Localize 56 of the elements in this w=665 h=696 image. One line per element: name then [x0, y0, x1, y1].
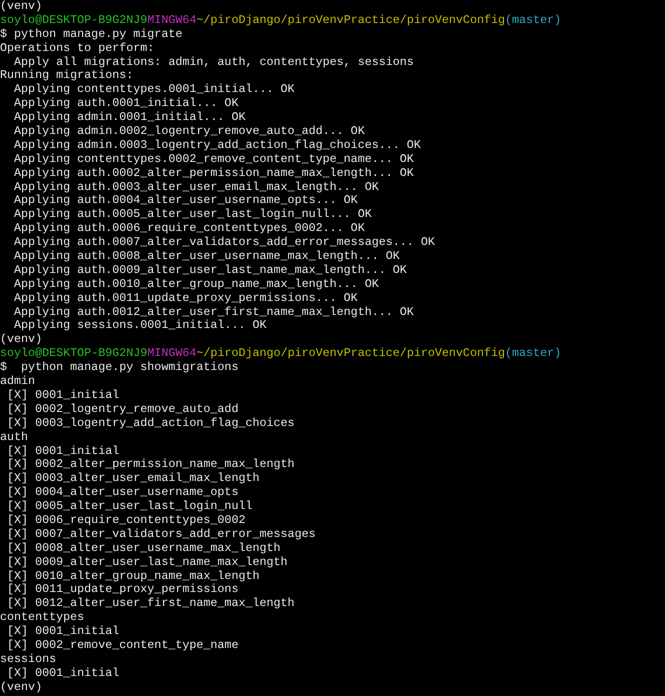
terminal-line: $ python manage.py showmigrations — [0, 360, 238, 374]
terminal-line: Applying auth.0008_alter_user_username_max_length... OK — [13, 249, 400, 264]
terminal-line: Applying auth.0003_alter_user_email_max_length... OK — [13, 180, 379, 194]
terminal-line: [X] 0002_alter_permission_name_max_length — [6, 457, 295, 472]
terminal-line: Applying auth.0006_require_contenttypes_0002... OK — [13, 221, 365, 236]
terminal-line: [X] 0004_alter_user_username_opts — [6, 485, 238, 500]
terminal-line: contenttypes — [0, 610, 84, 624]
terminal-line: Operations to perform: — [0, 40, 154, 55]
git-branch: (master) — [505, 12, 562, 27]
terminal-line: [X] 0008_alter_user_username_max_length — [6, 540, 281, 555]
terminal-line: [X] 0001_initial — [6, 624, 120, 638]
terminal-line: [X] 0006_require_contenttypes_0002 — [6, 512, 246, 527]
terminal-line: [X] 0010_alter_group_name_max_length — [6, 568, 260, 583]
terminal-line: [X] 0003_alter_user_email_max_length — [6, 471, 260, 486]
terminal-line: (venv) — [0, 680, 42, 694]
terminal-line: Applying admin.0002_logentry_remove_auto_add... OK — [13, 124, 365, 138]
terminal-line: [X] 0002_remove_content_type_name — [6, 638, 238, 652]
terminal-line: Applying contenttypes.0002_remove_content_type_name... OK — [13, 152, 414, 166]
terminal-line: Applying auth.0005_alter_user_last_login_null... OK — [13, 207, 372, 222]
terminal-line: Applying auth.0011_update_proxy_permissions... OK — [13, 290, 358, 305]
terminal-line: sessions — [0, 652, 56, 666]
terminal-line: Running migrations: — [0, 68, 134, 82]
terminal-line: [X] 0003_logentry_add_action_flag_choices — [6, 416, 295, 430]
terminal-line: [X] 0001_initial — [6, 666, 120, 680]
terminal-line: [X] 0001_initial — [6, 444, 120, 458]
git-branch: (master) — [505, 346, 562, 360]
terminal-line: Applying auth.0002_alter_permission_name_max_length... OK — [13, 166, 414, 180]
terminal-line: Applying auth.0007_alter_validators_add_error_messages... OK — [13, 235, 435, 250]
terminal-line: admin — [0, 374, 36, 388]
terminal-line: [X] 0012_alter_user_first_name_max_length — [6, 596, 295, 610]
shell-name: MINGW64 — [147, 346, 196, 360]
terminal-line: [X] 0002_logentry_remove_auto_add — [6, 402, 238, 416]
user-host: soylo@DESKTOP-B9G2NJ9 — [0, 346, 148, 360]
terminal-line: [X] 0001_initial — [6, 388, 120, 402]
terminal-line: Applying auth.0001_initial... OK — [13, 96, 238, 110]
terminal-line: (venv) — [0, 332, 42, 346]
terminal-line: Applying admin.0003_logentry_add_action_flag_choices... OK — [13, 138, 421, 152]
terminal-line: auth — [0, 430, 28, 444]
terminal-line: [X] 0007_alter_validators_add_error_messages — [6, 526, 316, 541]
shell-name: MINGW64 — [147, 12, 196, 27]
terminal-line: [X] 0005_alter_user_last_login_null — [6, 499, 252, 514]
terminal-line: Applying auth.0012_alter_user_first_name_max_length... OK — [13, 304, 414, 319]
terminal-line: [X] 0009_alter_user_last_name_max_length — [6, 554, 288, 569]
terminal-line: Applying auth.0004_alter_user_username_opts... OK — [13, 193, 358, 208]
terminal-line: Applying auth.0010_alter_group_name_max_length... OK — [13, 276, 379, 291]
directory-path: ~/piroDjango/piroVenvPractice/piroVenvConfig — [196, 12, 506, 27]
user-host: soylo@DESKTOP-B9G2NJ9 — [0, 12, 148, 27]
terminal-line: Apply all migrations: admin, auth, contenttypes, sessions — [13, 54, 414, 69]
terminal-line: $ python manage.py migrate — [0, 26, 182, 41]
terminal-line: (venv) — [0, 0, 42, 13]
terminal-line: Applying admin.0001_initial... OK — [13, 110, 246, 124]
terminal-line: [X] 0011_update_proxy_permissions — [6, 582, 238, 596]
directory-path: ~/piroDjango/piroVenvPractice/piroVenvConfig — [196, 346, 506, 360]
terminal-line: Applying auth.0009_alter_user_last_name_max_length... OK — [13, 262, 407, 277]
terminal-line: Applying sessions.0001_initial... OK — [13, 318, 267, 332]
terminal-line: Applying contenttypes.0001_initial... OK — [13, 82, 295, 96]
